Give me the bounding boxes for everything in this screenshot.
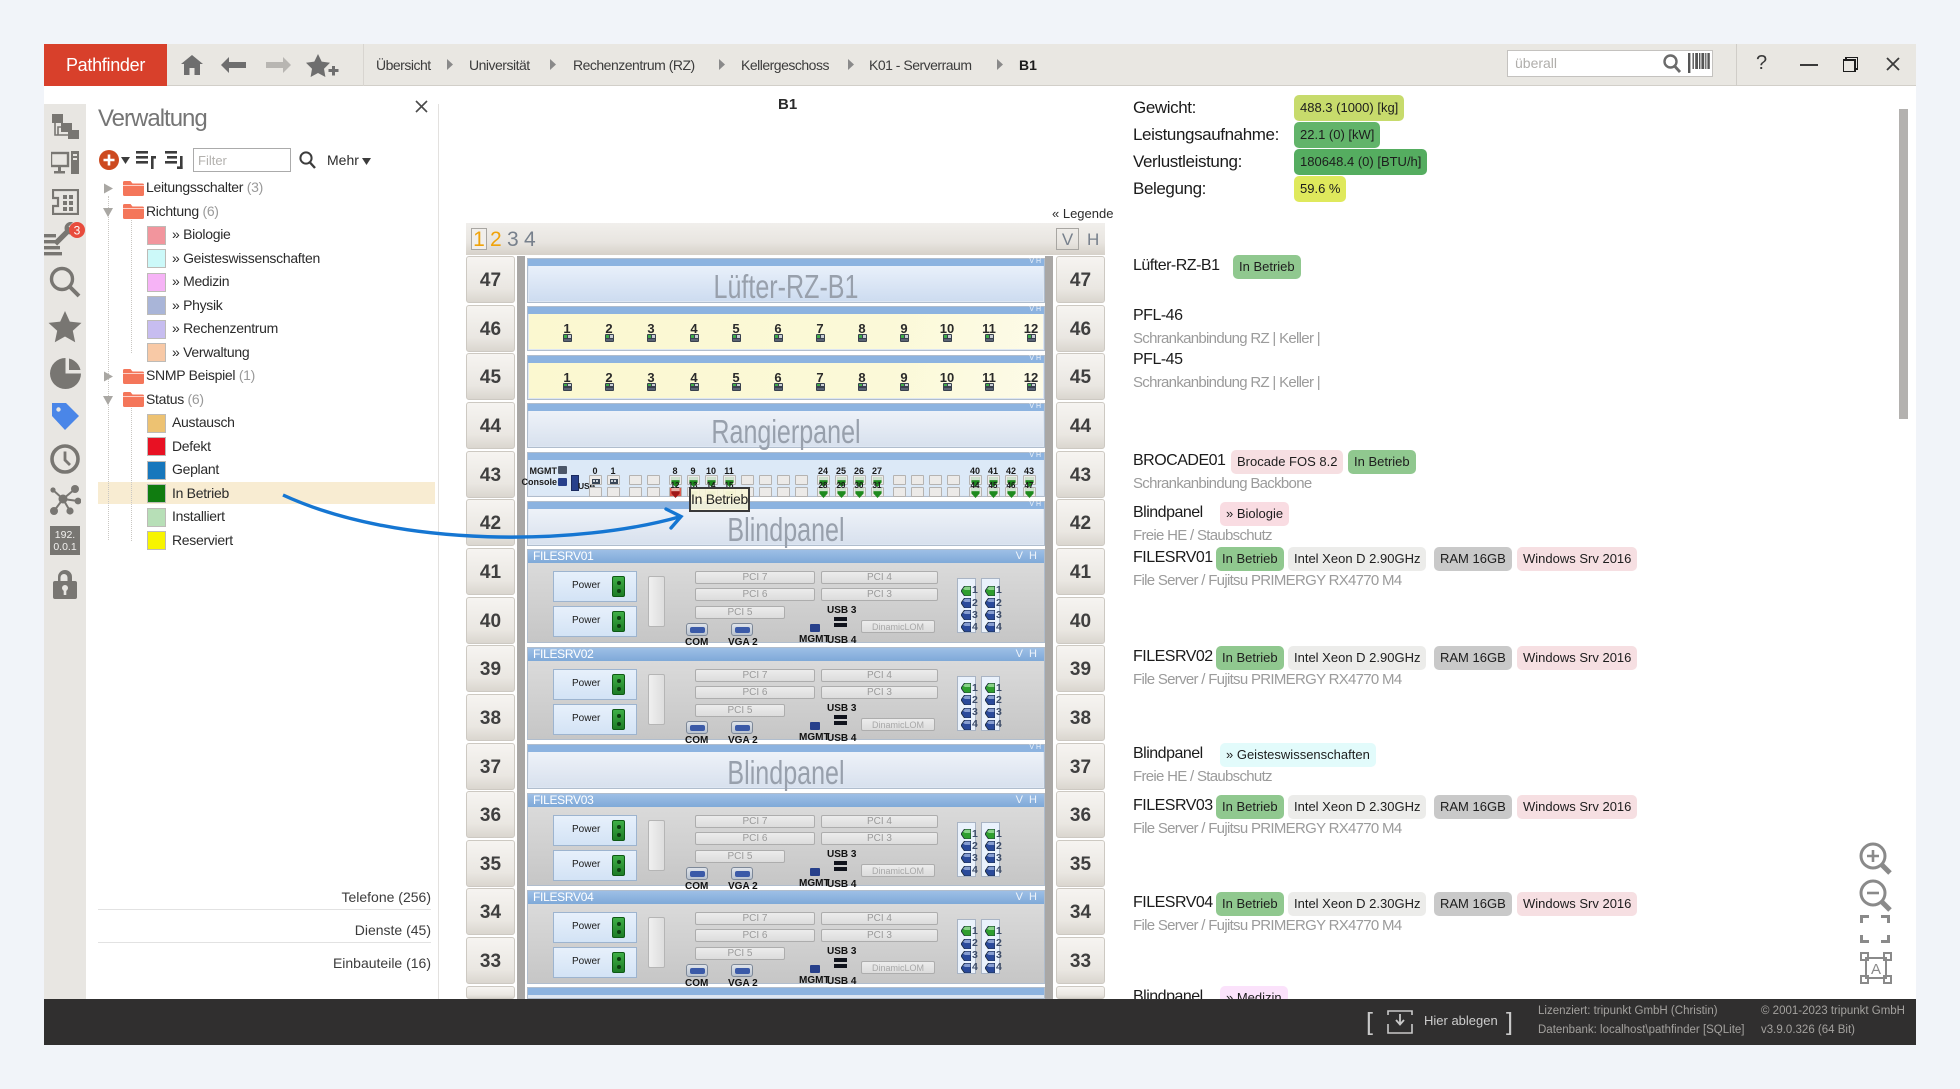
svg-text:0.0.1: 0.0.1 <box>53 541 77 553</box>
svg-text:3: 3 <box>74 224 81 238</box>
svg-text:A: A <box>1871 961 1881 978</box>
svg-text:192.: 192. <box>55 529 75 541</box>
